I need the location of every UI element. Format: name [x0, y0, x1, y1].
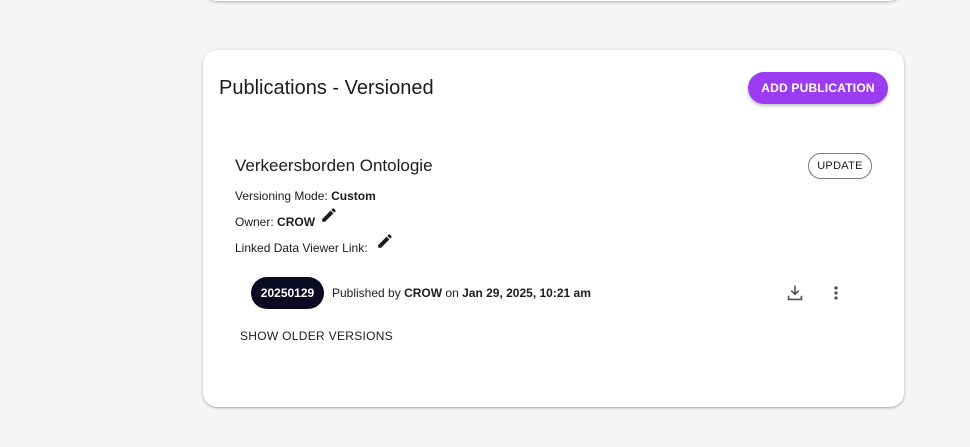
- linked-viewer-row: Linked Data Viewer Link:: [235, 241, 368, 255]
- owner-row: Owner: CROW: [235, 215, 315, 229]
- download-icon[interactable]: [784, 282, 806, 304]
- edit-owner-pencil-icon[interactable]: [320, 206, 338, 224]
- published-on-label: on: [445, 286, 459, 300]
- edit-linked-viewer-pencil-icon[interactable]: [376, 232, 394, 250]
- version-chip[interactable]: 20250129: [251, 277, 324, 309]
- more-vertical-icon[interactable]: [825, 282, 847, 304]
- owner-value: CROW: [277, 215, 316, 229]
- show-older-versions-button[interactable]: SHOW OLDER VERSIONS: [240, 329, 393, 343]
- publications-card: Publications - Versioned ADD PUBLICATION…: [203, 50, 904, 407]
- publication-name: Verkeersborden Ontologie: [235, 156, 433, 175]
- previous-card: [203, 0, 903, 1]
- card-title: Publications - Versioned: [219, 77, 434, 99]
- update-button[interactable]: UPDATE: [808, 153, 872, 179]
- published-info: Published by CROW on Jan 29, 2025, 10:21…: [332, 286, 591, 300]
- published-by-label: Published by: [332, 286, 401, 300]
- add-publication-button[interactable]: ADD PUBLICATION: [748, 72, 888, 104]
- versioning-mode-value: Custom: [331, 189, 376, 203]
- versioning-mode-label: Versioning Mode:: [235, 189, 328, 203]
- versioning-mode-row: Versioning Mode: Custom: [235, 189, 376, 203]
- publisher-name: CROW: [404, 286, 443, 300]
- published-date: Jan 29, 2025, 10:21 am: [462, 286, 591, 300]
- owner-label: Owner:: [235, 215, 274, 229]
- linked-viewer-label: Linked Data Viewer Link:: [235, 241, 368, 255]
